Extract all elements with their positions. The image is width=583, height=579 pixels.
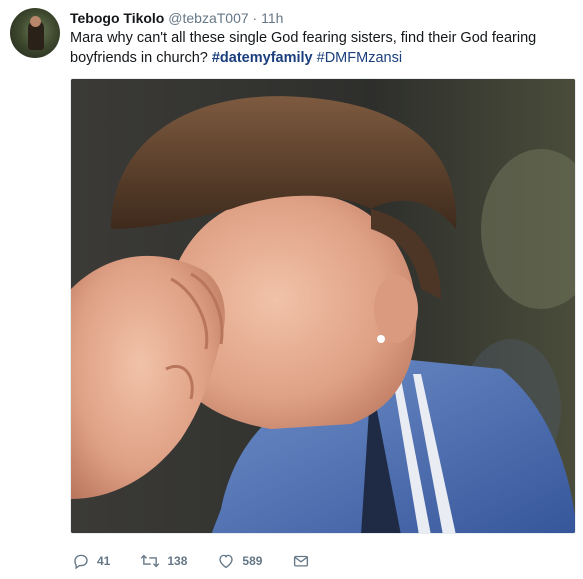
avatar-head [30,16,41,27]
envelope-icon [294,555,309,567]
hashtag-dmfmzansi[interactable]: #DMFMzansi [317,50,402,66]
author-avatar[interactable] [10,8,60,58]
author-name[interactable]: Tebogo Tikolo [70,10,164,26]
tweet-actions: 41 138 589 [72,550,340,572]
reply-count: 41 [97,554,111,568]
direct-message-button[interactable] [292,552,310,570]
header-separator: · [252,10,258,26]
tweet-photo[interactable] [70,78,576,534]
retweet-icon [141,554,160,568]
tweet-text: Mara why can't all these single God fear… [70,29,570,68]
author-handle[interactable]: @tebzaT007 [168,10,248,26]
tweet-card[interactable]: Tebogo Tikolo @tebzaT007 · 11h Mara why … [0,0,583,579]
hashtag-datemyfamily[interactable]: #datemyfamily [212,50,313,66]
heart-icon [219,554,234,569]
like-button[interactable]: 589 [217,552,262,570]
retweet-button[interactable]: 138 [140,552,187,570]
photo-illustration [71,79,575,533]
like-count: 589 [242,554,263,568]
tweet-timestamp[interactable]: 11h [261,10,283,26]
reply-icon [74,554,88,570]
tweet-header: Tebogo Tikolo @tebzaT007 · 11h [70,9,283,27]
reply-button[interactable]: 41 [72,552,110,570]
retweet-count: 138 [167,554,188,568]
